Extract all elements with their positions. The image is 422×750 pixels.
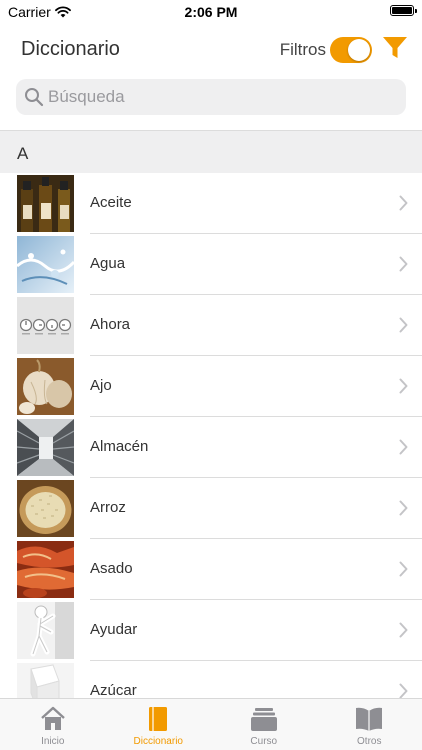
rice-thumbnail (17, 480, 74, 537)
item-label: Aceite (90, 194, 132, 211)
water-thumbnail (17, 236, 74, 293)
chevron-right-icon (399, 622, 408, 638)
chevron-right-icon (399, 500, 408, 516)
toggle-knob (348, 39, 370, 61)
item-label: Arroz (90, 499, 126, 516)
tab-bar: Inicio Diccionario Curso Otros (0, 698, 422, 750)
item-label: Ahora (90, 316, 131, 333)
list-item[interactable]: Aceite (0, 173, 422, 234)
chevron-right-icon (399, 256, 408, 272)
home-icon (40, 706, 65, 730)
item-label: Ajo (90, 377, 112, 394)
item-label: Almacén (90, 438, 149, 455)
item-label: Agua (90, 255, 126, 272)
tab-otros[interactable]: Otros (317, 699, 422, 750)
warehouse-thumbnail (17, 419, 74, 476)
word-list: Aceite Agua Ahora Ajo Almacén Arroz Asad… (0, 173, 422, 698)
battery-icon (390, 5, 417, 16)
search-icon (25, 88, 44, 107)
search-input[interactable] (48, 87, 388, 107)
book-icon (149, 707, 168, 731)
status-bar: Carrier 2:06 PM (0, 0, 422, 24)
chevron-right-icon (399, 317, 408, 333)
header: Diccionario Filtros (0, 28, 422, 72)
garlic-thumbnail (17, 358, 74, 415)
open-book-icon (356, 707, 383, 731)
clocks-thumbnail (17, 297, 74, 354)
status-time: 2:06 PM (184, 4, 238, 20)
page-title: Diccionario (21, 38, 120, 60)
filters-label: Filtros (279, 40, 326, 59)
list-item[interactable]: Asado (0, 539, 422, 600)
list-item[interactable]: Arroz (0, 478, 422, 539)
tab-label: Inicio (41, 736, 65, 747)
chevron-right-icon (399, 195, 408, 211)
list-item[interactable]: Azúcar (0, 661, 422, 698)
search-bar[interactable] (16, 79, 406, 115)
olive-oil-thumbnail (17, 175, 74, 232)
tab-label: Diccionario (133, 736, 183, 747)
section-header: A (0, 130, 422, 173)
chevron-right-icon (399, 561, 408, 577)
list-item[interactable]: Ajo (0, 356, 422, 417)
item-label: Asado (90, 560, 133, 577)
filters-toggle[interactable] (330, 37, 372, 63)
list-item[interactable]: Ahora (0, 295, 422, 356)
list-item[interactable]: Ayudar (0, 600, 422, 661)
tab-label: Curso (250, 736, 278, 747)
section-letter: A (17, 144, 29, 163)
chevron-right-icon (399, 439, 408, 455)
tab-inicio[interactable]: Inicio (0, 699, 106, 750)
roast-thumbnail (17, 541, 74, 598)
helping-figure-thumbnail (17, 602, 74, 659)
tab-diccionario[interactable]: Diccionario (106, 699, 212, 750)
chevron-right-icon (399, 683, 408, 698)
sugar-thumbnail (17, 663, 74, 698)
tab-curso[interactable]: Curso (211, 699, 317, 750)
item-label: Ayudar (90, 621, 138, 638)
item-label: Azúcar (90, 682, 137, 698)
list-item[interactable]: Almacén (0, 417, 422, 478)
list-item[interactable]: Agua (0, 234, 422, 295)
stack-icon (250, 708, 277, 731)
filter-icon[interactable] (381, 35, 409, 61)
chevron-right-icon (399, 378, 408, 394)
tab-label: Otros (357, 736, 382, 747)
